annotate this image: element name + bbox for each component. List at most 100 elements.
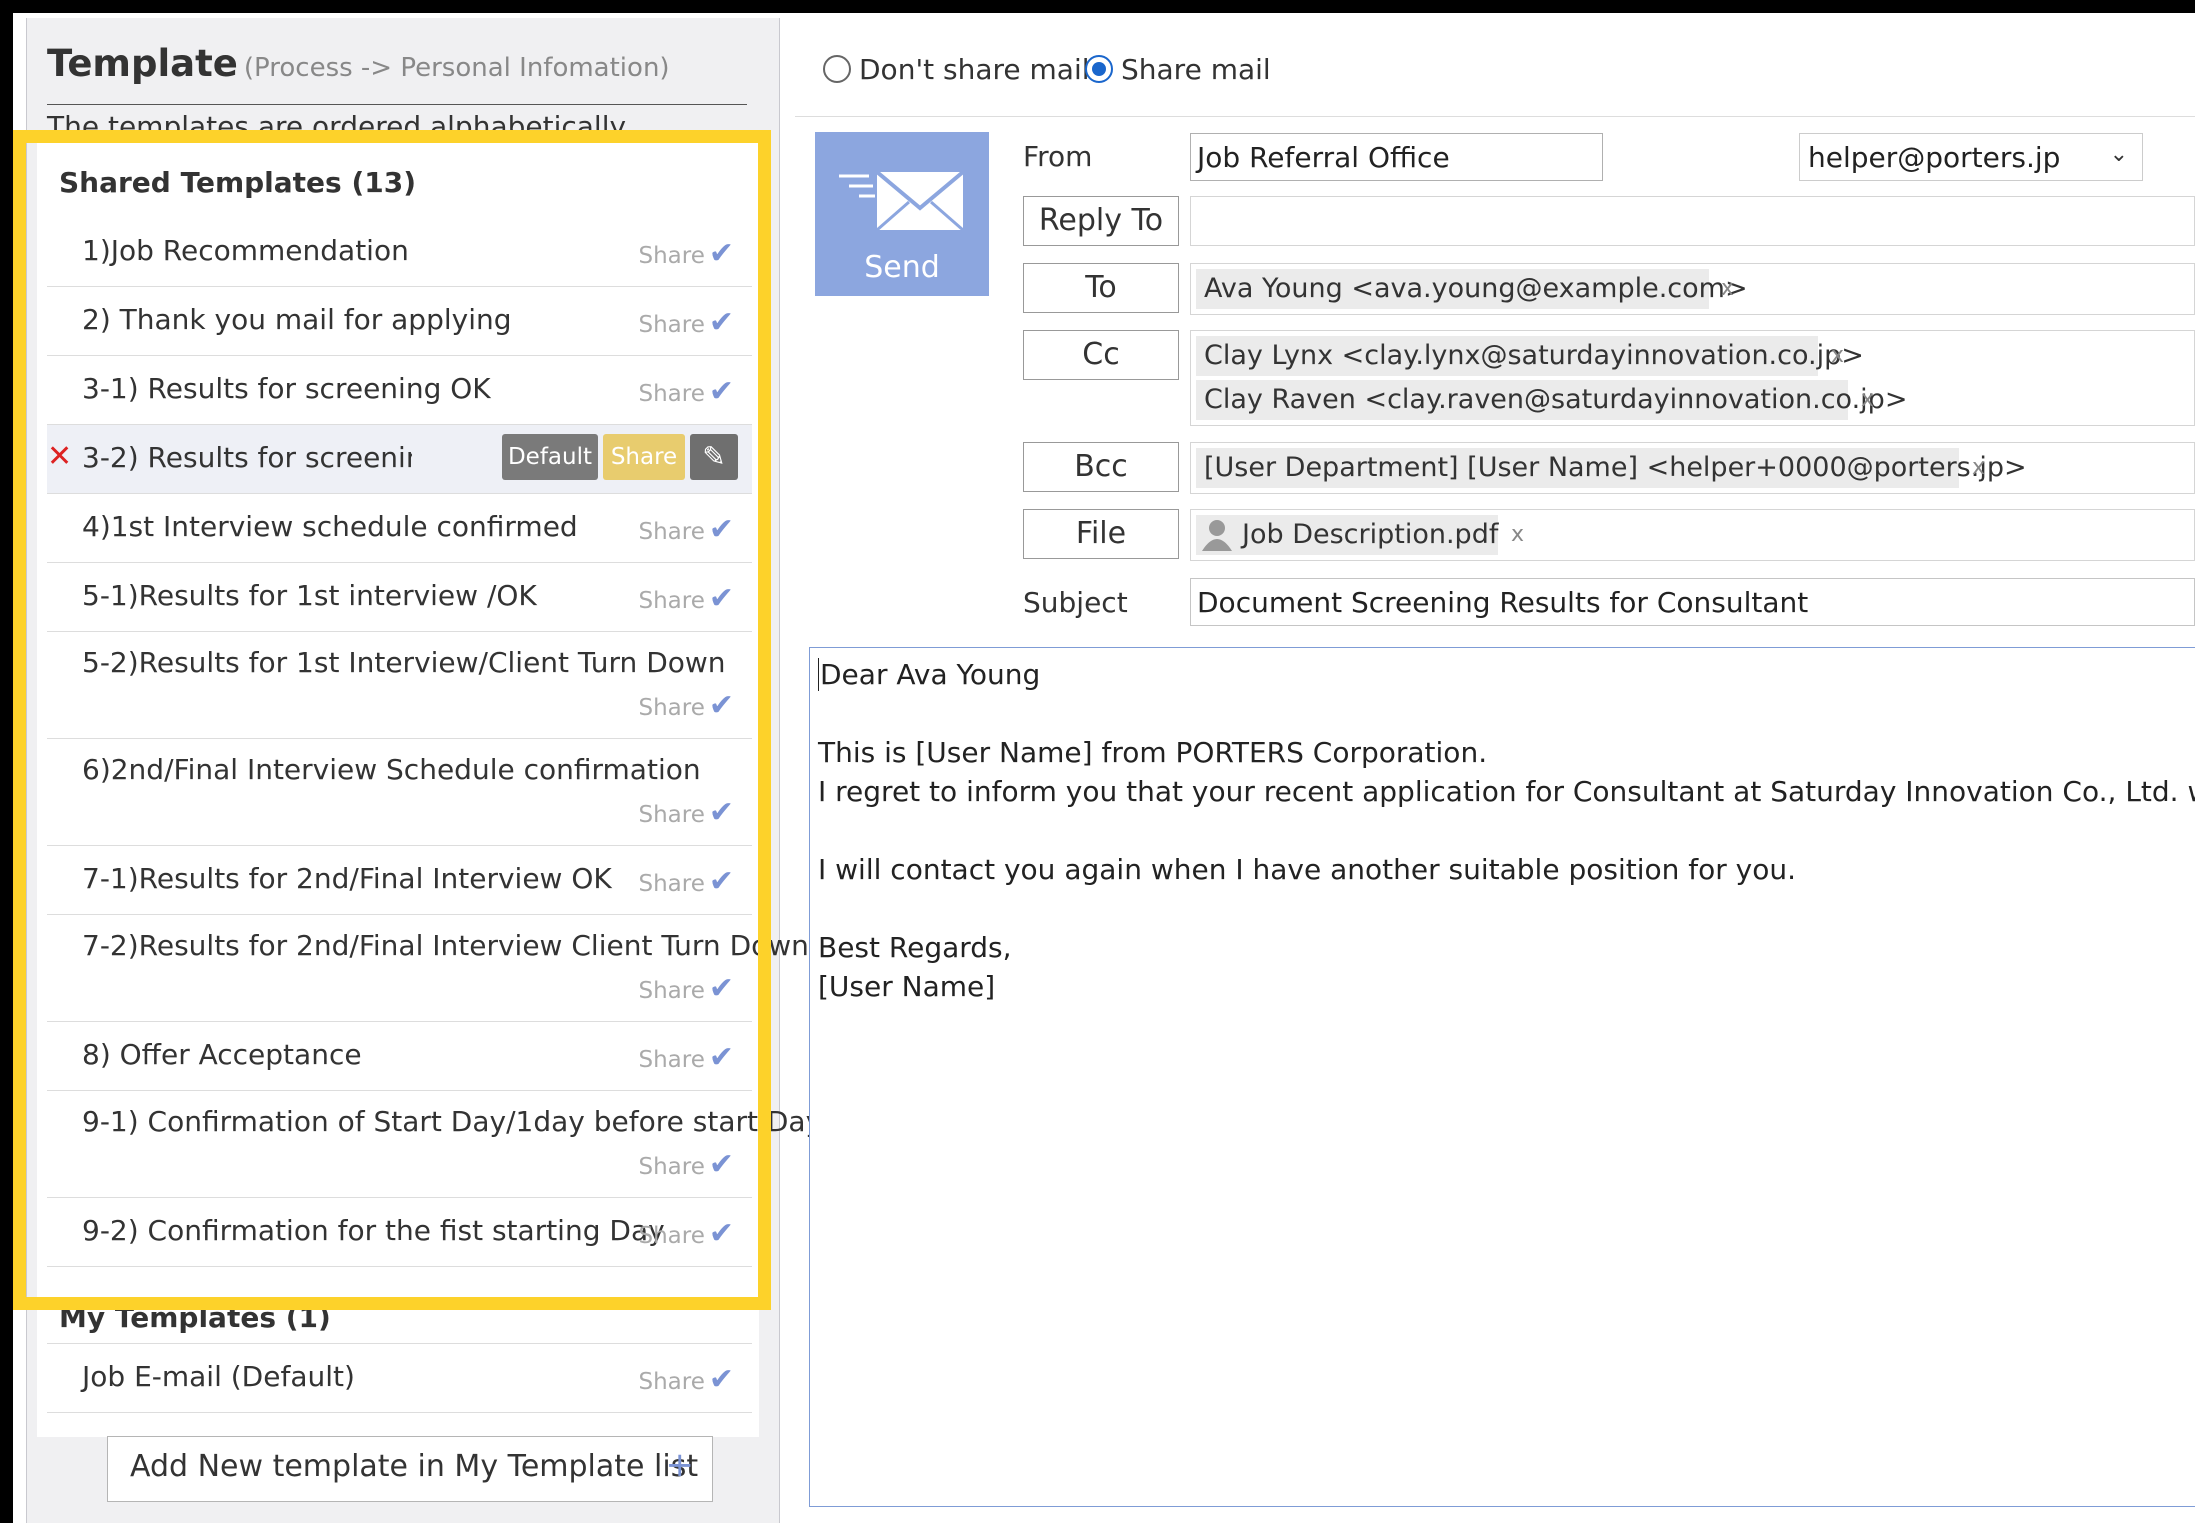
check-icon: ✔ xyxy=(708,971,734,1006)
file-field[interactable]: Job Description.pdf x xyxy=(1190,509,2195,561)
reply-to-field[interactable] xyxy=(1190,196,2195,246)
add-template-button[interactable]: Add New template in My Template list + xyxy=(107,1436,713,1502)
template-subtitle: (Process -> Personal Infomation) xyxy=(243,53,670,83)
cc-field[interactable]: Clay Lynx <clay.lynx@saturdayinnovation.… xyxy=(1190,330,2195,426)
check-icon: ✔ xyxy=(708,1362,734,1397)
template-row[interactable]: 4)1st Interview schedule confirmed Share… xyxy=(47,494,752,563)
check-icon: ✔ xyxy=(708,864,734,899)
template-row[interactable]: 9-1) Confirmation of Start Day/1day befo… xyxy=(47,1091,822,1198)
share-status[interactable]: Share ✔ xyxy=(638,1362,734,1397)
share-status[interactable]: Share ✔ xyxy=(638,1040,734,1075)
file-button[interactable]: File xyxy=(1023,509,1179,559)
check-icon: ✔ xyxy=(708,305,734,340)
template-row[interactable]: 7-1)Results for 2nd/Final Interview OK S… xyxy=(47,846,752,915)
share-status[interactable]: Share ✔ xyxy=(638,795,734,830)
close-icon[interactable]: x xyxy=(1503,515,1539,555)
template-row[interactable]: 1)Job Recommendation Share ✔ xyxy=(47,218,752,287)
share-status[interactable]: Share ✔ xyxy=(638,374,734,409)
template-panel: Template (Process -> Personal Infomation)… xyxy=(26,18,822,1523)
share-button[interactable]: Share xyxy=(603,434,685,480)
template-name: 5-1)Results for 1st interview /OK xyxy=(82,579,537,612)
radio-circle-selected[interactable] xyxy=(1085,55,1113,83)
check-icon: ✔ xyxy=(708,1040,734,1075)
recipient-chip: Clay Lynx <clay.lynx@saturdayinnovation.… xyxy=(1196,336,1864,376)
plus-icon: + xyxy=(665,1445,695,1485)
share-status[interactable]: Share ✔ xyxy=(638,971,734,1006)
recipient-chip: [User Department] [User Name] <helper+00… xyxy=(1196,448,2027,488)
body-line: This is [User Name] from PORTERS Corpora… xyxy=(818,736,1488,769)
check-icon: ✔ xyxy=(708,236,734,271)
close-icon[interactable]: x xyxy=(1964,448,2000,488)
check-icon: ✔ xyxy=(708,795,734,830)
bcc-button[interactable]: Bcc xyxy=(1023,442,1179,492)
close-icon[interactable]: x xyxy=(1713,269,1749,309)
share-status[interactable]: Share ✔ xyxy=(638,864,734,899)
template-name: 7-2)Results for 2nd/Final Interview Clie… xyxy=(82,929,809,962)
template-panel-title: Template (Process -> Personal Infomation) xyxy=(47,42,747,105)
template-row-active[interactable]: ✕ 3-2) Results for screening N Default S… xyxy=(47,425,752,494)
close-icon[interactable]: x xyxy=(1853,380,1889,420)
dont-share-radio[interactable]: Don't share mail xyxy=(823,53,1090,86)
app-window: Template (Process -> Personal Infomation)… xyxy=(13,13,2195,1523)
template-name: Job E-mail (Default) xyxy=(82,1360,355,1393)
message-body[interactable]: Dear Ava Young This is [User Name] from … xyxy=(809,647,2195,1507)
template-title: Template xyxy=(47,42,238,85)
body-line: Dear Ava Young xyxy=(818,658,1041,691)
template-row[interactable]: 2) Thank you mail for applying Share ✔ xyxy=(47,287,752,356)
radio-circle[interactable] xyxy=(823,55,851,83)
to-field[interactable]: Ava Young <ava.young@example.com> x xyxy=(1190,263,2195,315)
template-name: 4)1st Interview schedule confirmed xyxy=(82,510,578,543)
template-name: 5-2)Results for 1st Interview/Client Tur… xyxy=(82,646,726,679)
check-icon: ✔ xyxy=(708,1216,734,1251)
my-templates-header: My Templates (1) xyxy=(59,1301,331,1334)
check-icon: ✔ xyxy=(708,374,734,409)
chevron-down-icon: ⌄ xyxy=(2109,142,2128,167)
from-label: From xyxy=(1023,140,1093,173)
share-status[interactable]: Share ✔ xyxy=(638,512,734,547)
body-line: I will contact you again when I have ano… xyxy=(818,853,1797,886)
close-icon[interactable]: ✕ xyxy=(47,439,72,474)
template-list: Shared Templates (13) 1)Job Recommendati… xyxy=(37,136,822,1437)
template-row[interactable]: 8) Offer Acceptance Share ✔ xyxy=(47,1022,752,1091)
template-name: 9-2) Confirmation for the fist starting … xyxy=(82,1214,665,1247)
share-status[interactable]: Share ✔ xyxy=(638,236,734,271)
person-icon xyxy=(1202,520,1232,551)
template-row[interactable]: 9-2) Confirmation for the fist starting … xyxy=(47,1198,752,1267)
attachment-chip: Job Description.pdf xyxy=(1196,515,1498,555)
template-row[interactable]: 5-1)Results for 1st interview /OK Share ✔ xyxy=(47,563,752,632)
default-button[interactable]: Default xyxy=(502,434,598,480)
from-address-select[interactable]: helper@porters.jp ⌄ xyxy=(1799,133,2143,181)
share-status[interactable]: Share ✔ xyxy=(638,1216,734,1251)
template-row[interactable]: 3-1) Results for screening OK Share ✔ xyxy=(47,356,752,425)
share-status[interactable]: Share ✔ xyxy=(638,1147,734,1182)
template-row[interactable]: 7-2)Results for 2nd/Final Interview Clie… xyxy=(47,915,809,1022)
body-line: [User Name] xyxy=(818,970,996,1003)
check-icon: ✔ xyxy=(708,1147,734,1182)
reply-to-button[interactable]: Reply To xyxy=(1023,196,1179,246)
subject-label: Subject xyxy=(1023,586,1128,619)
template-row[interactable]: 5-2)Results for 1st Interview/Client Tur… xyxy=(47,632,752,739)
close-icon[interactable]: x xyxy=(1823,336,1859,376)
share-radio[interactable]: Share mail xyxy=(1085,53,1271,86)
send-label: Send xyxy=(864,250,940,285)
pencil-icon[interactable]: ✎ xyxy=(690,434,738,480)
template-name: 6)2nd/Final Interview Schedule confirmat… xyxy=(82,753,701,786)
recipient-chip: Clay Raven <clay.raven@saturdayinnovatio… xyxy=(1196,380,1907,420)
share-status[interactable]: Share ✔ xyxy=(638,305,734,340)
check-icon: ✔ xyxy=(708,512,734,547)
share-status[interactable]: Share ✔ xyxy=(638,688,734,723)
template-name: 9-1) Confirmation of Start Day/1day befo… xyxy=(82,1105,823,1138)
bcc-field[interactable]: [User Department] [User Name] <helper+00… xyxy=(1190,442,2195,494)
template-row[interactable]: Job E-mail (Default) Share ✔ xyxy=(47,1343,752,1413)
body-line: Best Regards, xyxy=(818,931,1012,964)
send-button[interactable]: Send xyxy=(815,132,989,296)
cc-button[interactable]: Cc xyxy=(1023,330,1179,380)
template-row[interactable]: 6)2nd/Final Interview Schedule confirmat… xyxy=(47,739,752,846)
to-button[interactable]: To xyxy=(1023,263,1179,313)
subject-field[interactable]: Document Screening Results for Consultan… xyxy=(1190,578,2195,626)
share-status[interactable]: Share ✔ xyxy=(638,581,734,616)
add-template-label: Add New template in My Template list xyxy=(130,1449,699,1484)
envelope-icon xyxy=(839,170,965,232)
divider xyxy=(795,116,2195,117)
from-name-field[interactable]: Job Referral Office xyxy=(1190,133,1603,181)
